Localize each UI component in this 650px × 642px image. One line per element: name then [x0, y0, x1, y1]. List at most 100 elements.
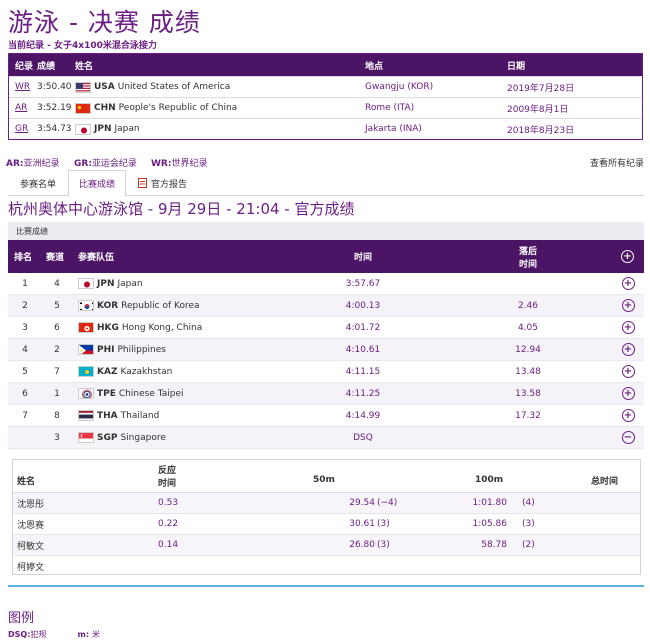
- time-behind: 17.32: [515, 410, 541, 421]
- record-code-link[interactable]: GR: [15, 124, 28, 134]
- plus-icon: +: [621, 321, 635, 334]
- result-row[interactable]: 7 8 THA Thailand 4:14.99 17.32 +: [8, 405, 644, 427]
- result-row[interactable]: 3 SGP Singapore DSQ −: [8, 427, 644, 449]
- usa-flag-icon: [75, 81, 91, 93]
- swimmer-name: 沈恩彤: [17, 499, 45, 510]
- expand-button[interactable]: +: [619, 273, 637, 294]
- record-time: 3:54.73: [37, 124, 72, 134]
- result-row[interactable]: 3 6 HKG Hong Kong, China 4:01.72 4.05 +: [8, 317, 644, 339]
- records-header: 纪录 成绩 姓名 地点 日期: [9, 54, 642, 76]
- swimmer-row: 沈恩赛 0.22 30.61 (3) 1:05.86 (3): [13, 514, 640, 535]
- country-name: Chinese Taipei: [118, 388, 184, 399]
- swimmer-name: 沈恩赛: [17, 520, 45, 531]
- tpe-flag-icon: [78, 388, 94, 399]
- records-header-location: 地点: [365, 61, 384, 72]
- swimmer-row: 柯婷文: [13, 556, 640, 577]
- record-row: GR 3:54.73 JPN Japan Jakarta (INA) 2018年…: [9, 118, 642, 139]
- result-time: DSQ: [353, 432, 373, 443]
- wr-legend: WR:世界纪录: [151, 159, 208, 169]
- split-100m: 58.78: [481, 540, 507, 550]
- split-header-100m: 100m: [475, 475, 504, 485]
- result-time: 3:57.67: [345, 278, 381, 289]
- view-all-records-link[interactable]: 查看所有纪录: [590, 156, 644, 169]
- country-code: KAZ: [97, 366, 118, 377]
- page-subtitle: 当前纪录 - 女子4x100米混合泳接力: [8, 41, 157, 51]
- split-header-total: 总时间: [591, 476, 619, 487]
- expand-button[interactable]: +: [619, 383, 637, 404]
- country-name: Japan: [117, 278, 143, 289]
- expand-button[interactable]: +: [619, 361, 637, 382]
- tab-official-report[interactable]: 官方报告: [128, 170, 197, 196]
- expand-button[interactable]: +: [619, 405, 637, 426]
- split-100m: 1:01.80: [472, 498, 507, 508]
- gr-legend: GR:亚运会纪录: [74, 159, 137, 169]
- swimmer-name: 柯婷文: [17, 563, 45, 573]
- result-row[interactable]: 6 1 TPE Chinese Taipei 4:11.25 13.58 +: [8, 383, 644, 405]
- plus-icon: +: [621, 299, 635, 312]
- records-header-date: 日期: [507, 61, 526, 72]
- jpn-flag-icon: [78, 278, 94, 289]
- plus-icon: +: [621, 277, 635, 290]
- split-100m-rank: (2): [522, 540, 535, 550]
- result-time: 4:01.72: [345, 322, 381, 333]
- record-code-link[interactable]: AR: [15, 103, 27, 113]
- result-row[interactable]: 4 2 PHI Philippines 4:10.61 12.94 +: [8, 339, 644, 361]
- record-location: Rome (ITA): [365, 103, 415, 113]
- record-country-name: United States of America: [117, 82, 231, 92]
- tab-bar: 参赛名单 比赛成绩 官方报告: [8, 170, 644, 197]
- result-row[interactable]: 1 4 JPN Japan 3:57.67 +: [8, 273, 644, 295]
- swimmer-row: 柯敏文 0.14 26.80 (3) 58.78 (2): [13, 535, 640, 556]
- plus-icon: +: [621, 409, 635, 422]
- country-name: Kazakhstan: [120, 366, 173, 377]
- minus-icon: −: [621, 431, 635, 444]
- result-time: 4:11.15: [345, 366, 381, 377]
- plus-icon: +: [621, 343, 635, 356]
- results-section-label: 比赛成绩: [8, 222, 644, 240]
- result-row[interactable]: 2 5 KOR Republic of Korea 4:00.13 2.46 +: [8, 295, 644, 317]
- header-rank: 排名: [14, 253, 33, 263]
- country-name: Singapore: [120, 432, 166, 443]
- hkg-flag-icon: [78, 322, 94, 333]
- plus-icon: +: [621, 365, 635, 378]
- expand-button[interactable]: +: [619, 339, 637, 360]
- collapse-button[interactable]: −: [619, 427, 637, 448]
- records-header-code: 纪录: [15, 61, 34, 72]
- record-row: AR 3:52.19 CHN People's Republic of Chin…: [9, 97, 642, 118]
- record-location: Jakarta (INA): [365, 124, 422, 134]
- time-behind: [488, 273, 568, 294]
- country-name: Hong Kong, China: [121, 322, 203, 333]
- record-code-link[interactable]: WR: [15, 82, 30, 92]
- jpn-flag-icon: [75, 123, 91, 135]
- expand-button[interactable]: +: [619, 317, 637, 338]
- split-header-reaction: 反应 时间: [158, 466, 177, 489]
- country-code: HKG: [97, 322, 119, 333]
- plus-icon: +: [621, 250, 634, 263]
- split-100m-rank: (3): [522, 519, 535, 529]
- time-behind: 12.94: [515, 344, 541, 355]
- event-venue-heading: 杭州奥体中心游泳馆 - 9月 29日 - 21:04 - 官方成绩: [8, 200, 355, 218]
- country-code: PHI: [97, 344, 115, 355]
- expand-button[interactable]: +: [619, 295, 637, 316]
- result-row[interactable]: 5 7 KAZ Kazakhstan 4:11.15 13.48 +: [8, 361, 644, 383]
- record-date: 2019年7月28日: [507, 83, 575, 94]
- reaction-time: 0.22: [158, 519, 179, 529]
- section-divider: [8, 585, 644, 587]
- record-country-code: JPN: [94, 124, 112, 134]
- split-50m-rank: (3): [377, 540, 390, 550]
- result-time: 4:00.13: [345, 300, 381, 311]
- time-behind: [488, 427, 568, 448]
- result-time: 4:10.61: [345, 344, 381, 355]
- tab-entry-list[interactable]: 参赛名单: [10, 170, 66, 196]
- time-behind: 2.46: [517, 300, 539, 311]
- legend-items: DSQ:犯规 m: 米: [8, 630, 101, 639]
- expand-all-button[interactable]: +: [621, 240, 634, 273]
- record-time: 3:50.40: [37, 82, 72, 92]
- tab-results[interactable]: 比赛成绩: [68, 170, 127, 197]
- record-abbreviations: AR:亚洲纪录 GR:亚运会纪录 WR:世界纪录 查看所有纪录: [6, 156, 646, 169]
- header-lane: 赛道: [46, 253, 65, 263]
- tab-official-report-label: 官方报告: [151, 179, 188, 190]
- chn-flag-icon: [75, 102, 91, 114]
- record-time: 3:52.19: [37, 103, 72, 113]
- document-icon: [138, 178, 147, 188]
- kaz-flag-icon: [78, 366, 94, 377]
